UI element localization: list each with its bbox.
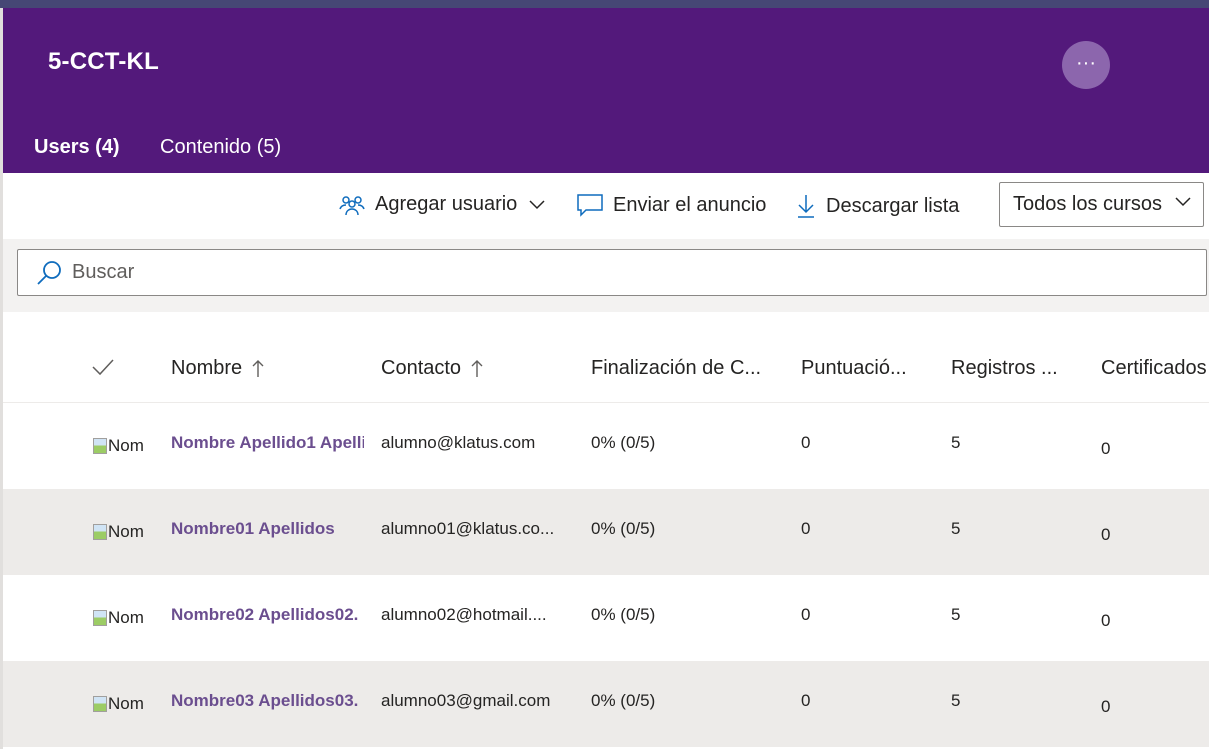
avatar: Nom [93, 605, 153, 631]
user-score: 0 [801, 691, 811, 710]
download-list-button[interactable]: Descargar lista [796, 193, 959, 219]
user-contact: alumno@klatus.com [381, 433, 536, 452]
broken-image-icon [93, 524, 107, 540]
download-icon [798, 195, 814, 218]
more-options-button[interactable]: ··· [1062, 41, 1110, 89]
broken-image-icon [93, 438, 107, 454]
user-name-link[interactable]: Nombre Apellido1 Apellido2 [171, 433, 364, 453]
avatar-alt-text: Nom [108, 522, 144, 541]
user-certificates: 0 [1101, 611, 1111, 630]
select-all-checkmark-icon[interactable] [91, 358, 115, 376]
send-announcement-button[interactable]: Enviar el anuncio [577, 193, 766, 217]
column-header-certificados[interactable]: Certificados [1101, 357, 1207, 380]
course-filter-dropdown[interactable]: Todos los cursos [999, 182, 1204, 227]
user-certificates: 0 [1101, 697, 1111, 716]
users-table: Nombre Contacto Finalización de C... Pun… [3, 312, 1209, 747]
user-completion: 0% (0/5) [591, 605, 656, 624]
table-row[interactable]: Nom Nombre03 Apellidos03. alumno03@gmail… [3, 661, 1209, 747]
message-icon [577, 194, 603, 217]
user-certificates: 0 [1101, 525, 1111, 544]
tab-contenido[interactable]: Contenido (5) [160, 136, 281, 159]
search-area: Buscar [3, 239, 1209, 312]
people-icon [339, 195, 365, 215]
user-records: 5 [951, 519, 961, 538]
table-row[interactable]: Nom Nombre01 Apellidos alumno01@klatus.c… [3, 489, 1209, 575]
avatar: Nom [93, 433, 153, 459]
table-header: Nombre Contacto Finalización de C... Pun… [3, 312, 1209, 403]
page-title: 5-CCT-KL [48, 48, 159, 75]
user-certificates: 0 [1101, 439, 1111, 458]
table-row[interactable]: Nom Nombre02 Apellidos02. alumno02@hotma… [3, 575, 1209, 661]
user-contact: alumno01@klatus.co... [381, 519, 555, 538]
add-user-button[interactable]: Agregar usuario [339, 193, 555, 216]
user-completion: 0% (0/5) [591, 433, 656, 452]
column-header-finalizacion[interactable]: Finalización de C... [591, 357, 761, 380]
avatar-alt-text: Nom [108, 608, 144, 627]
search-icon [37, 260, 61, 285]
chevron-down-icon [1175, 197, 1191, 207]
user-score: 0 [801, 433, 811, 452]
table-row[interactable]: Nom Nombre Apellido1 Apellido2 alumno@kl… [3, 403, 1209, 489]
user-completion: 0% (0/5) [591, 519, 656, 538]
user-score: 0 [801, 605, 811, 624]
column-label-contacto: Contacto [381, 357, 462, 379]
course-filter-value: Todos los cursos [1013, 193, 1162, 215]
left-edge-border [0, 8, 3, 749]
column-header-nombre[interactable]: Nombre [171, 357, 264, 380]
tab-users[interactable]: Users (4) [34, 136, 120, 159]
window-top-strip [0, 0, 1209, 8]
user-name-link[interactable]: Nombre03 Apellidos03. [171, 691, 364, 711]
user-contact: alumno02@hotmail.... [381, 605, 547, 624]
user-records: 5 [951, 605, 961, 624]
avatar-alt-text: Nom [108, 436, 144, 455]
add-user-label: Agregar usuario [375, 193, 518, 215]
avatar: Nom [93, 519, 153, 545]
ellipsis-icon: ··· [1076, 52, 1096, 74]
avatar-alt-text: Nom [108, 694, 144, 713]
column-label-nombre: Nombre [171, 357, 243, 379]
column-header-registros[interactable]: Registros ... [951, 357, 1058, 380]
broken-image-icon [93, 610, 107, 626]
user-contact: alumno03@gmail.com [381, 691, 551, 710]
broken-image-icon [93, 696, 107, 712]
sort-up-arrow-icon [252, 359, 264, 377]
download-list-label: Descargar lista [826, 194, 960, 217]
user-score: 0 [801, 519, 811, 538]
command-bar: Agregar usuario Enviar el anuncio Descar… [3, 173, 1209, 239]
user-completion: 0% (0/5) [591, 691, 656, 710]
user-records: 5 [951, 433, 961, 452]
avatar: Nom [93, 691, 153, 717]
user-name-link[interactable]: Nombre02 Apellidos02. [171, 605, 364, 625]
column-header-puntuacion[interactable]: Puntuació... [801, 357, 907, 380]
column-header-contacto[interactable]: Contacto [381, 357, 483, 380]
search-placeholder: Buscar [72, 261, 135, 283]
search-input[interactable]: Buscar [17, 249, 1207, 296]
sort-up-arrow-icon [471, 359, 483, 377]
user-records: 5 [951, 691, 961, 710]
chevron-down-icon [529, 199, 545, 209]
send-announcement-label: Enviar el anuncio [613, 193, 767, 216]
user-name-link[interactable]: Nombre01 Apellidos [171, 519, 364, 539]
team-header: 5-CCT-KL ··· Users (4) Contenido (5) [3, 8, 1209, 173]
